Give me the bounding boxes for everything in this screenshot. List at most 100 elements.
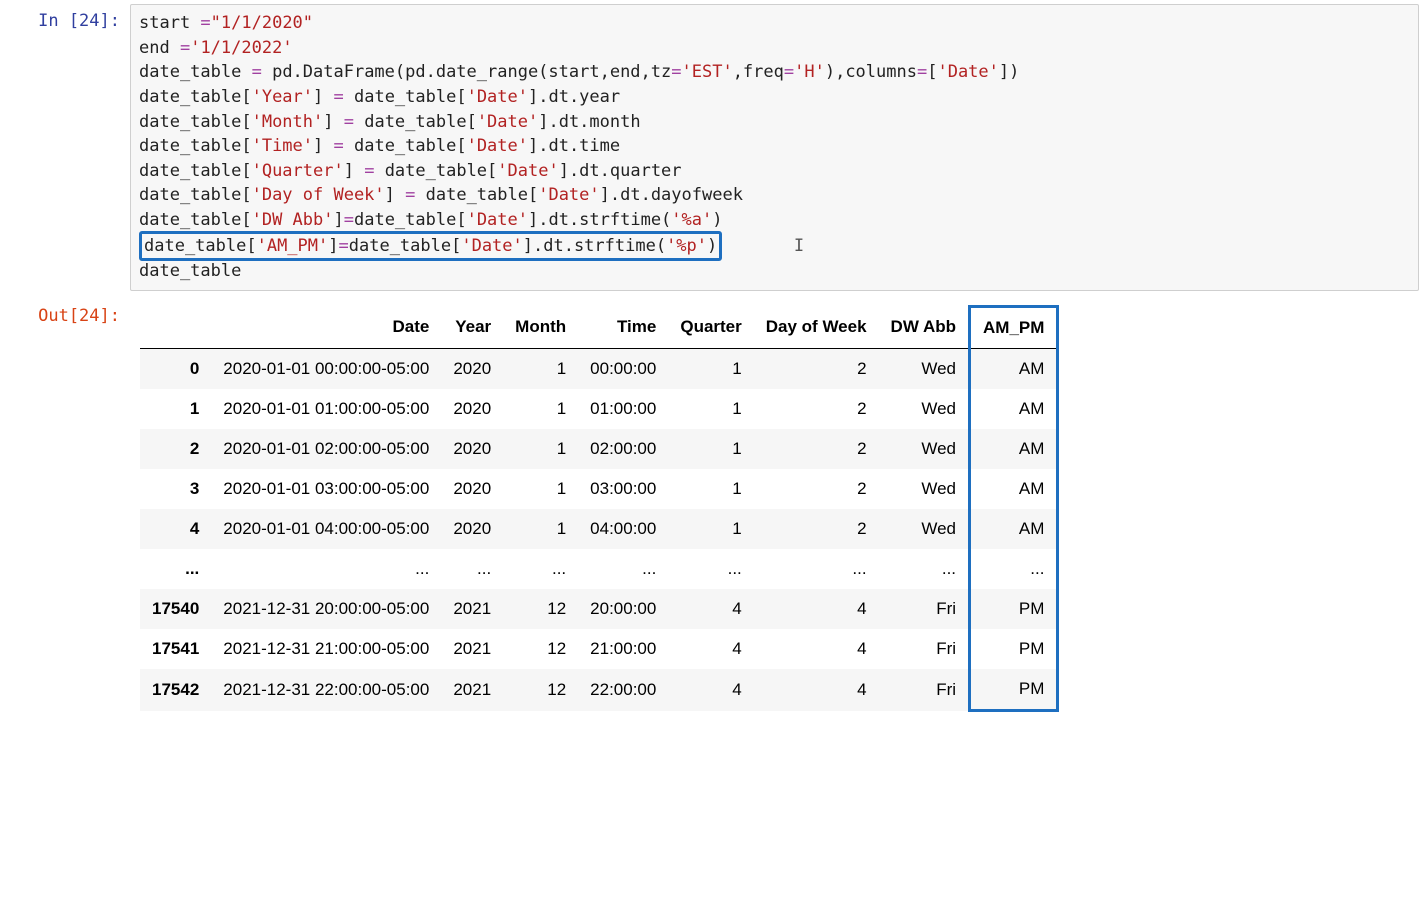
cell-quarter: ... [668, 549, 753, 589]
cell-dwabb: Fri [879, 589, 970, 629]
row-index: 1 [140, 389, 211, 429]
table-body: 02020-01-01 00:00:00-05:002020100:00:001… [140, 349, 1058, 711]
col-header: Date [211, 307, 441, 349]
cell-month: 1 [503, 469, 578, 509]
cell-quarter: 1 [668, 469, 753, 509]
cell-dayofweek: 2 [754, 429, 879, 469]
cell-month: 12 [503, 669, 578, 711]
dataframe-table: Date Year Month Time Quarter Day of Week… [140, 305, 1059, 712]
cell-dayofweek: 4 [754, 589, 879, 629]
row-index: 4 [140, 509, 211, 549]
cell-ampm: PM [970, 669, 1058, 711]
col-header: Time [578, 307, 668, 349]
cell-month: ... [503, 549, 578, 589]
cell-ampm: AM [970, 429, 1058, 469]
cell-year: 2021 [441, 629, 503, 669]
table-row: 02020-01-01 00:00:00-05:002020100:00:001… [140, 349, 1058, 390]
cell-date: 2020-01-01 02:00:00-05:00 [211, 429, 441, 469]
table-row: ........................... [140, 549, 1058, 589]
cell-dwabb: Fri [879, 669, 970, 711]
cell-month: 1 [503, 389, 578, 429]
cell-year: 2020 [441, 469, 503, 509]
cell-date: 2021-12-31 22:00:00-05:00 [211, 669, 441, 711]
out-prompt: Out[24]: [0, 299, 130, 327]
cell-dwabb: Wed [879, 349, 970, 390]
cell-date: 2020-01-01 04:00:00-05:00 [211, 509, 441, 549]
table-row: 32020-01-01 03:00:00-05:002020103:00:001… [140, 469, 1058, 509]
cell-year: 2021 [441, 669, 503, 711]
cell-time: 00:00:00 [578, 349, 668, 390]
cell-dayofweek: 4 [754, 629, 879, 669]
cell-month: 1 [503, 429, 578, 469]
col-header: Year [441, 307, 503, 349]
cell-quarter: 1 [668, 429, 753, 469]
code[interactable]: start ="1/1/2020" end ='1/1/2022' date_t… [139, 11, 1410, 284]
table-row: 175412021-12-31 21:00:00-05:0020211221:0… [140, 629, 1058, 669]
header-row: Date Year Month Time Quarter Day of Week… [140, 307, 1058, 349]
cell-ampm: AM [970, 349, 1058, 390]
cell-date: ... [211, 549, 441, 589]
cell-quarter: 1 [668, 509, 753, 549]
cell-quarter: 4 [668, 629, 753, 669]
col-header-highlighted: AM_PM [970, 307, 1058, 349]
cell-ampm: AM [970, 389, 1058, 429]
cell-date: 2020-01-01 03:00:00-05:00 [211, 469, 441, 509]
col-header: Month [503, 307, 578, 349]
cell-month: 12 [503, 589, 578, 629]
table-row: 42020-01-01 04:00:00-05:002020104:00:001… [140, 509, 1058, 549]
highlighted-code-line: date_table['AM_PM']=date_table['Date'].d… [139, 231, 722, 262]
cell-quarter: 4 [668, 669, 753, 711]
cell-dwabb: Wed [879, 389, 970, 429]
row-index: 17541 [140, 629, 211, 669]
cell-dwabb: ... [879, 549, 970, 589]
cell-time: 04:00:00 [578, 509, 668, 549]
cell-quarter: 1 [668, 389, 753, 429]
row-index: 2 [140, 429, 211, 469]
cell-year: 2020 [441, 509, 503, 549]
row-index: 0 [140, 349, 211, 390]
cell-time: 01:00:00 [578, 389, 668, 429]
table-row: 175402021-12-31 20:00:00-05:0020211220:0… [140, 589, 1058, 629]
row-index: 17540 [140, 589, 211, 629]
cell-year: 2021 [441, 589, 503, 629]
cell-time: 20:00:00 [578, 589, 668, 629]
cell-time: 03:00:00 [578, 469, 668, 509]
col-header: Quarter [668, 307, 753, 349]
col-header: Day of Week [754, 307, 879, 349]
cell-time: 02:00:00 [578, 429, 668, 469]
cell-dayofweek: 4 [754, 669, 879, 711]
cell-dayofweek: 2 [754, 469, 879, 509]
text-cursor-icon: I [794, 234, 804, 259]
cell-date: 2020-01-01 00:00:00-05:00 [211, 349, 441, 390]
cell-quarter: 4 [668, 589, 753, 629]
cell-ampm: PM [970, 589, 1058, 629]
col-header: DW Abb [879, 307, 970, 349]
cell-dwabb: Wed [879, 469, 970, 509]
cell-dwabb: Wed [879, 429, 970, 469]
cell-ampm: AM [970, 469, 1058, 509]
cell-date: 2020-01-01 01:00:00-05:00 [211, 389, 441, 429]
in-prompt: In [24]: [0, 4, 130, 32]
cell-time: 22:00:00 [578, 669, 668, 711]
row-index: 3 [140, 469, 211, 509]
input-cell: In [24]: start ="1/1/2020" end ='1/1/202… [0, 0, 1419, 295]
output-cell: Out[24]: Date Year Month Time Quarter Da… [0, 295, 1419, 716]
cell-dwabb: Wed [879, 509, 970, 549]
table-row: 22020-01-01 02:00:00-05:002020102:00:001… [140, 429, 1058, 469]
cell-year: 2020 [441, 349, 503, 390]
cell-month: 12 [503, 629, 578, 669]
table-row: 12020-01-01 01:00:00-05:002020101:00:001… [140, 389, 1058, 429]
cell-date: 2021-12-31 20:00:00-05:00 [211, 589, 441, 629]
cell-dayofweek: 2 [754, 389, 879, 429]
cell-ampm: AM [970, 509, 1058, 549]
cell-month: 1 [503, 509, 578, 549]
cell-time: ... [578, 549, 668, 589]
cell-year: ... [441, 549, 503, 589]
output-area: Date Year Month Time Quarter Day of Week… [130, 299, 1419, 712]
code-input-area[interactable]: start ="1/1/2020" end ='1/1/2022' date_t… [130, 4, 1419, 291]
cell-year: 2020 [441, 389, 503, 429]
cell-quarter: 1 [668, 349, 753, 390]
cell-dayofweek: 2 [754, 509, 879, 549]
cell-year: 2020 [441, 429, 503, 469]
cell-dayofweek: ... [754, 549, 879, 589]
